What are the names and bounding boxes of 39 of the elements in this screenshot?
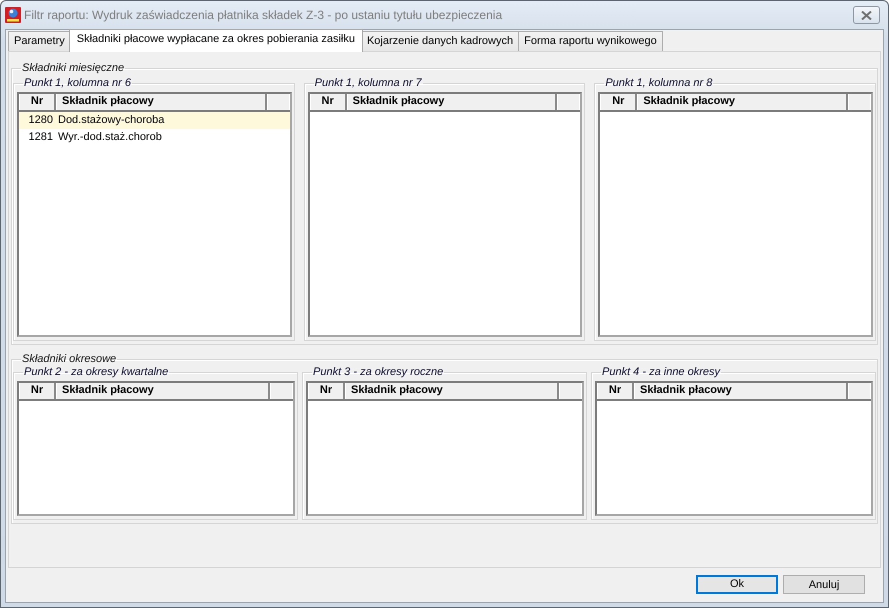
dialog-button[interactable]: Anuluj — [783, 575, 865, 594]
table-cell-text: Dod.stażowy-choroba — [57, 113, 164, 128]
column-header[interactable]: Składnik płacowy — [56, 94, 267, 110]
group-title: Punkt 1, kolumna nr 6 — [23, 77, 132, 89]
column-header[interactable]: Nr — [600, 94, 638, 110]
column-header[interactable]: Składnik płacowy — [345, 383, 559, 399]
column-header[interactable]: Nr — [310, 94, 347, 110]
column-header[interactable]: Nr — [19, 383, 56, 399]
tab[interactable]: Składniki płacowe wypłacane za okres pobierania zasiłku — [68, 29, 363, 52]
group-title: Składniki miesięczne — [21, 62, 126, 74]
app-icon — [5, 7, 21, 23]
table-row[interactable]: 1280 Dod.stażowy-choroba — [19, 112, 290, 129]
group-title: Punkt 1, kolumna nr 8 — [604, 77, 714, 89]
group-title: Punkt 2 - za okresy kwartalne — [23, 366, 170, 378]
column-header[interactable]: Składnik płacowy — [634, 383, 848, 399]
group-title: Punkt 1, kolumna nr 7 — [314, 77, 423, 89]
window-title: Filtr raportu: Wydruk zaświadczenia płatnika składek Z-3 - po ustaniu tytułu ubezpieczenia — [24, 8, 502, 22]
tab[interactable]: Parametry — [8, 31, 71, 51]
table-cell-text: 1280 — [28, 113, 54, 128]
column-header[interactable]: Składnik płacowy — [56, 383, 270, 399]
table-row[interactable]: 1281 Wyr.-dod.staż.chorob — [19, 129, 290, 146]
column-header[interactable]: Nr — [19, 94, 56, 110]
column-header[interactable]: Składnik płacowy — [637, 94, 848, 110]
column-header[interactable]: Nr — [597, 383, 634, 399]
tab[interactable]: Kojarzenie danych kadrowych — [360, 31, 520, 51]
column-header[interactable]: Składnik płacowy — [346, 94, 558, 110]
column-header[interactable]: Nr — [308, 383, 345, 399]
table-cell-text: Wyr.-dod.staż.chorob — [57, 130, 162, 145]
column-header[interactable] — [266, 94, 290, 110]
group-title: Punkt 4 - za inne okresy — [601, 366, 722, 378]
close-button[interactable] — [853, 6, 880, 24]
table-cell-text: 1281 — [28, 130, 54, 145]
group-title: Składniki okresowe — [21, 353, 118, 365]
group-title: Punkt 3 - za okresy roczne — [312, 366, 444, 378]
close-icon — [861, 10, 872, 20]
tab[interactable]: Forma raportu wynikowego — [518, 31, 663, 51]
column-header[interactable] — [848, 94, 871, 110]
column-header[interactable] — [557, 94, 580, 110]
dialog-button[interactable]: Ok — [696, 575, 778, 594]
